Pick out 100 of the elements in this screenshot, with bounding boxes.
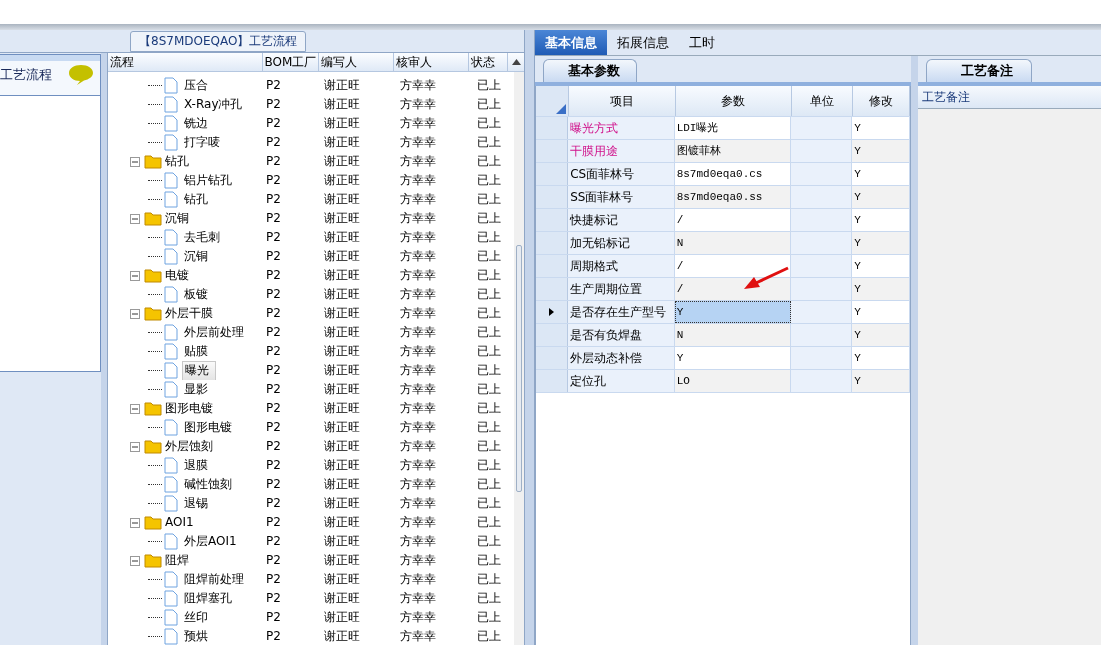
column-header[interactable]: 核审人 [393,53,470,71]
table-cell-text: 方幸幸 [399,609,437,626]
tree-item[interactable]: 丝印 [182,608,214,627]
tree-item[interactable]: 曝光 [182,361,216,380]
collapse-icon[interactable] [130,403,140,414]
tree-item[interactable]: 阻焊前处理 [182,570,250,589]
tree-item[interactable]: 碱性蚀刻 [182,475,238,494]
tree-item[interactable]: 铣边 [182,114,214,133]
table-cell[interactable]: 图镀菲林 [674,140,791,162]
tree-item[interactable]: 阻焊 [165,551,189,570]
collapse-icon[interactable] [130,156,140,167]
table-cell[interactable]: 8s7md0eqa0.cs [674,163,791,185]
tree-item[interactable]: 板镀 [182,285,214,304]
collapse-icon[interactable] [130,441,140,452]
table-cell[interactable]: Y [674,347,791,369]
tree-item[interactable]: 退膜 [182,456,214,475]
table-cell[interactable]: / [674,209,791,231]
column-header[interactable]: 编写人 [319,53,394,71]
table-cell: Y [852,232,910,254]
collapse-icon[interactable] [130,517,140,528]
table-cell[interactable]: / [674,278,791,300]
table-cell[interactable]: N [674,232,791,254]
table-cell-text: 已上 [476,438,502,455]
tree-item[interactable]: 图形电镀 [165,399,213,418]
table-cell: 定位孔 [568,370,675,392]
tree-item[interactable]: 外层AOI1 [182,532,243,551]
tree-item[interactable]: 铝片钻孔 [182,171,238,190]
tree-item[interactable]: 图形电镀 [182,418,238,437]
table-cell[interactable]: 8s7md0eqa0.ss [674,186,791,208]
table-cell: Y [852,301,910,323]
table-cell-text: 方幸幸 [399,628,437,645]
table-cell-text: 方幸幸 [399,248,437,265]
table-cell-text: 方幸幸 [399,96,437,113]
scroll-up-icon[interactable] [511,59,521,65]
column-header[interactable]: 状态 [469,53,509,71]
tab[interactable]: 基本信息 [535,30,607,55]
column-header[interactable]: BOM工厂 [262,53,320,71]
column-header[interactable]: 修改 [853,86,910,116]
table-cell-text: 已上 [476,172,502,189]
column-header[interactable]: 单位 [792,86,854,116]
table-cell-text: P2 [265,476,282,493]
table-cell-text: 已上 [476,571,502,588]
table-cell[interactable]: Y [674,301,791,323]
tree-item[interactable]: 钻孔 [182,190,214,209]
folder-icon [144,515,162,530]
panel-title: 工艺流程 [0,66,52,84]
table-cell-text: 方幸幸 [399,495,437,512]
tree-item[interactable]: 退锡 [182,494,214,513]
splitter[interactable] [911,56,918,645]
table-cell-text: P2 [265,590,282,607]
scrollbar[interactable] [514,72,524,645]
tree-item[interactable]: AOI1 [165,513,194,532]
column-header[interactable]: 项目 [568,86,676,116]
tree-item[interactable]: 显影 [182,380,214,399]
collapse-icon[interactable] [130,555,140,566]
tree-item[interactable]: 打字唛 [182,133,226,152]
tab[interactable]: 拓展信息 [607,30,679,55]
document-icon [164,96,178,113]
table-cell-text: 方幸幸 [399,267,437,284]
tree-item[interactable]: 电镀 [165,266,189,285]
table-cell-text: 谢正旺 [323,362,361,379]
collapse-icon[interactable] [130,308,140,319]
tree-item[interactable]: 压合 [182,76,214,95]
tab[interactable]: 基本参数 [543,59,637,82]
scroll-thumb[interactable] [516,245,522,492]
tree-item[interactable]: 外层干膜 [165,304,213,323]
document-icon [164,229,178,246]
tab[interactable]: 工艺备注 [926,59,1032,82]
tree-item[interactable]: 去毛刺 [182,228,226,247]
document-icon [164,115,178,132]
table-cell-text: 已上 [476,457,502,474]
tree-item[interactable]: 沉铜 [182,247,214,266]
tree-item[interactable]: X-Ray冲孔 [182,95,249,114]
notes-area[interactable] [918,109,1101,645]
tree-item[interactable]: 外层前处理 [182,323,250,342]
tree-item[interactable]: 阻焊塞孔 [182,589,238,608]
table-cell-text: 已上 [476,343,502,360]
tree-item[interactable]: 预烘 [182,627,214,645]
tree-item[interactable]: 外层蚀刻 [165,437,213,456]
column-header[interactable]: 参数 [675,86,793,116]
tree-item[interactable]: 钻孔 [165,152,189,171]
tree-item[interactable]: 沉铜 [165,209,189,228]
column-header[interactable]: 流程 [108,53,263,71]
table-cell[interactable]: N [674,324,791,346]
row-header[interactable] [536,301,569,323]
table-cell: Y [852,370,910,392]
tree-item[interactable]: 贴膜 [182,342,214,361]
collapse-icon[interactable] [130,213,140,224]
table-cell[interactable]: LO [674,370,791,392]
table-cell-text: P2 [265,267,282,284]
table-cell-text: 方幸幸 [399,210,437,227]
table-cell-text: P2 [265,533,282,550]
collapse-icon[interactable] [130,270,140,281]
pointer-arrow [742,266,790,292]
table-cell-text: 方幸幸 [399,419,437,436]
corner-triangle-icon [555,104,566,114]
document-icon [164,609,178,626]
table-cell[interactable]: / [674,255,791,277]
tab[interactable]: 工时 [679,30,725,55]
table-cell-text: P2 [265,134,282,151]
